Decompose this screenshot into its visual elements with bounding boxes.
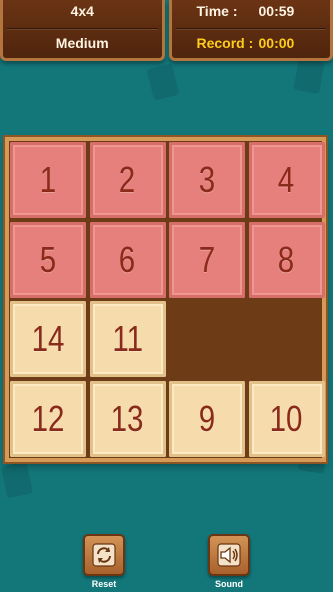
puzzle-tile[interactable]: 10 [248,380,325,457]
speaker-icon [217,543,241,567]
puzzle-tile[interactable]: 3 [169,142,245,218]
difficulty-label: Medium [55,35,109,51]
puzzle-tile[interactable]: 1 [10,142,86,218]
tile-number: 6 [119,238,136,280]
tile-number: 4 [278,159,295,200]
time-value: 00:59 [258,3,295,19]
puzzle-tile[interactable]: 9 [169,380,245,457]
reset-label: Reset [91,579,117,589]
tile-number: 12 [31,397,65,439]
time-label: Time : [196,3,238,19]
record-label: Record : [196,35,254,51]
refresh-icon [92,543,116,567]
panel-divider [175,28,326,29]
puzzle-tile[interactable]: 6 [89,221,166,298]
tile-number: 3 [198,159,216,200]
tile-number: 11 [112,318,143,359]
puzzle-board: 1 2 3 4 5 6 7 8 14 11 12 13 9 10 [5,137,326,462]
tile-number: 8 [278,238,295,280]
puzzle-tile[interactable]: 2 [89,142,166,218]
puzzle-tile[interactable]: 14 [10,301,86,377]
sound-label: Sound [215,579,243,589]
record-value: 00:00 [258,35,295,51]
tile-number: 9 [198,397,216,439]
tile-number: 13 [111,397,144,439]
puzzle-tile[interactable]: 12 [10,380,86,457]
puzzle-tile[interactable]: 11 [89,301,166,377]
puzzle-tile[interactable]: 5 [10,221,86,298]
sound-button[interactable] [208,534,250,576]
panel-divider [7,28,158,29]
puzzle-tile[interactable]: 8 [248,221,325,298]
reset-button[interactable] [83,534,125,576]
background-card [146,63,180,101]
tile-number: 2 [119,159,136,200]
tile-number: 14 [31,318,65,359]
tile-number: 5 [39,238,57,280]
game-info-panel: 4x4 Medium [0,0,165,61]
tile-number: 10 [270,397,303,439]
puzzle-tile[interactable]: 4 [248,142,325,218]
puzzle-tile[interactable]: 13 [89,380,166,457]
game-header: 4x4 Medium Time : 00:59 Record : 00:00 [0,0,333,62]
background-card [0,461,34,499]
background-card [293,57,325,95]
tile-number: 1 [39,159,57,200]
tile-number: 7 [198,238,216,280]
puzzle-tile[interactable]: 7 [169,221,245,298]
board-size-label: 4x4 [70,3,94,19]
timer-panel: Time : 00:59 Record : 00:00 [168,0,333,61]
